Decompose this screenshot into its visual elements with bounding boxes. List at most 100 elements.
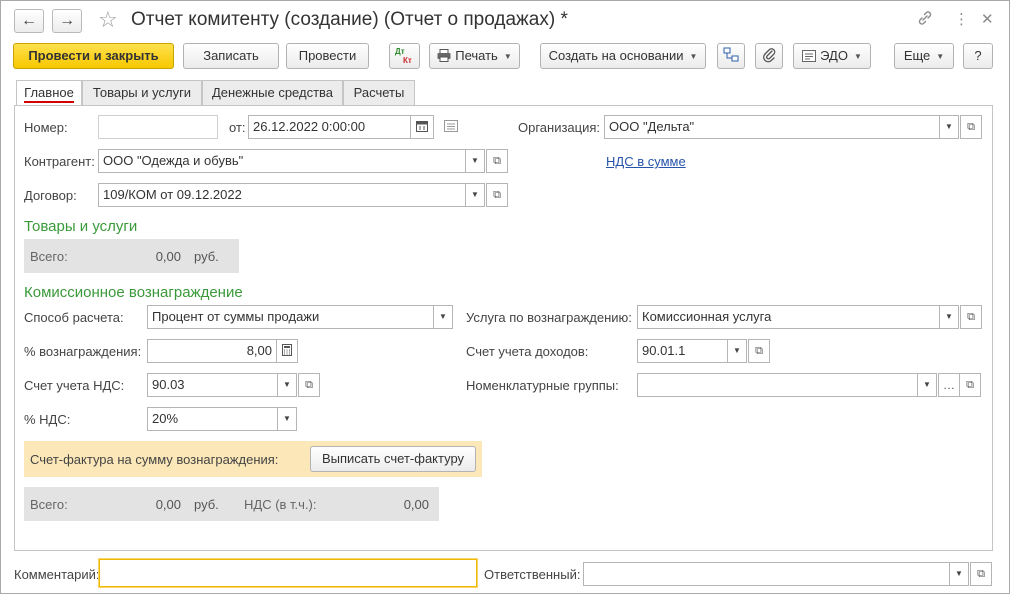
chevron-down-icon: ▼ (853, 52, 862, 61)
chevron-down-icon: ▼ (471, 190, 479, 199)
save-button[interactable]: Записать (183, 43, 279, 69)
service-open-button[interactable]: ⧉ (960, 305, 982, 329)
structure-button[interactable] (717, 43, 745, 69)
print-label: Печать (455, 48, 498, 63)
vat-percent-label: % НДС: (24, 412, 71, 427)
responsible-field[interactable] (583, 562, 951, 586)
calculator-button[interactable] (276, 339, 298, 363)
service-label: Услуга по вознаграждению: (466, 310, 632, 325)
vat-percent-dropdown-button[interactable]: ▼ (277, 407, 297, 431)
vat-percent-field[interactable]: 20% (147, 407, 279, 431)
date-label: от: (229, 120, 246, 135)
contract-label: Договор: (24, 188, 77, 203)
open-icon: ⧉ (493, 189, 501, 201)
income-account-open-button[interactable]: ⧉ (748, 339, 770, 363)
close-icon[interactable]: ✕ (981, 10, 994, 30)
back-button[interactable]: ← (14, 9, 44, 33)
chevron-down-icon: ▼ (733, 346, 741, 355)
contractor-dropdown-button[interactable]: ▼ (465, 149, 485, 173)
nomen-groups-label: Номенклатурные группы: (466, 378, 619, 393)
responsible-open-button[interactable]: ⧉ (970, 562, 992, 586)
income-account-field[interactable]: 90.01.1 (637, 339, 729, 363)
goods-total-value: 0,00 (155, 249, 181, 264)
number-field[interactable] (98, 115, 218, 139)
vat-account-open-button[interactable]: ⧉ (298, 373, 320, 397)
income-account-dropdown-button[interactable]: ▼ (727, 339, 747, 363)
commission-percent-label: % вознаграждения: (24, 344, 142, 359)
contract-open-button[interactable]: ⧉ (486, 183, 508, 207)
commission-total-value: 0,00 (155, 497, 181, 512)
contractor-label: Контрагент: (24, 154, 95, 169)
more-button[interactable]: Еще ▼ (894, 43, 954, 69)
tab-settlements[interactable]: Расчеты (343, 80, 415, 105)
tab-goods-services[interactable]: Товары и услуги (82, 80, 202, 105)
nomen-groups-dropdown-button[interactable]: ▼ (917, 373, 937, 397)
nomen-groups-select-button[interactable]: … (938, 373, 960, 397)
commission-currency: руб. (194, 497, 219, 512)
responsible-dropdown-button[interactable]: ▼ (949, 562, 969, 586)
tab-main[interactable]: Главное (16, 80, 82, 106)
chevron-down-icon: ▼ (689, 52, 698, 61)
open-icon: ⧉ (755, 345, 763, 357)
nomen-groups-field[interactable] (637, 373, 919, 397)
contract-field[interactable]: 109/КОМ от 09.12.2022 (98, 183, 467, 207)
invoice-label: Счет-фактура на сумму вознаграждения: (30, 452, 279, 467)
chevron-down-icon: ▼ (936, 52, 945, 61)
issue-invoice-button[interactable]: Выписать счет-фактуру (310, 446, 476, 472)
more-label: Еще (903, 48, 931, 63)
organization-open-button[interactable]: ⧉ (960, 115, 982, 139)
chevron-down-icon: ▼ (945, 312, 953, 321)
open-icon: ⧉ (966, 379, 974, 391)
vat-account-field[interactable]: 90.03 (147, 373, 279, 397)
favorite-star-icon[interactable]: ☆ (98, 7, 118, 33)
service-dropdown-button[interactable]: ▼ (939, 305, 959, 329)
dt-kt-button[interactable]: Дт Кт (389, 43, 420, 69)
number-label: Номер: (24, 120, 68, 135)
nomen-groups-open-button[interactable]: ⧉ (959, 373, 981, 397)
ellipsis-icon: … (943, 378, 955, 392)
vat-in-amount-link[interactable]: НДС в сумме (606, 154, 686, 169)
kt-label: Кт (403, 56, 412, 65)
document-window: ← → ☆ Отчет комитенту (создание) (Отчет … (0, 0, 1010, 594)
chevron-down-icon: ▼ (471, 156, 479, 165)
date-field[interactable]: 26.12.2022 0:00:00 (248, 115, 411, 139)
arrow-right-icon: → (59, 12, 75, 29)
forward-button[interactable]: → (52, 9, 82, 33)
contract-dropdown-button[interactable]: ▼ (465, 183, 485, 207)
comment-field[interactable] (99, 559, 477, 587)
arrow-left-icon: ← (21, 12, 37, 29)
organization-dropdown-button[interactable]: ▼ (939, 115, 959, 139)
edo-button[interactable]: ЭДО ▼ (793, 43, 871, 69)
window-title: Отчет комитенту (создание) (Отчет о прод… (131, 9, 568, 30)
post-button[interactable]: Провести (286, 43, 369, 69)
post-and-close-button[interactable]: Провести и закрыть (13, 43, 174, 69)
memo-icon[interactable] (444, 120, 458, 135)
paperclip-icon (762, 47, 776, 71)
tab-cash[interactable]: Денежные средства (202, 80, 343, 105)
vat-account-dropdown-button[interactable]: ▼ (277, 373, 297, 397)
contractor-open-button[interactable]: ⧉ (486, 149, 508, 173)
open-icon: ⧉ (967, 121, 975, 133)
print-button[interactable]: Печать ▼ (429, 43, 520, 69)
organization-field[interactable]: ООО "Дельта" (604, 115, 941, 139)
calendar-button[interactable] (410, 115, 434, 139)
link-icon[interactable] (917, 10, 933, 32)
more-vertical-icon[interactable]: ⋮ (954, 10, 969, 30)
vat-account-label: Счет учета НДС: (24, 378, 125, 393)
tab-main-label: Главное (24, 85, 74, 103)
responsible-label: Ответственный: (484, 567, 581, 582)
commission-percent-field[interactable]: 8,00 (147, 339, 277, 363)
attachments-button[interactable] (755, 43, 783, 69)
dt-kt-icon: Дт Кт (395, 47, 415, 65)
calculator-icon (282, 342, 292, 364)
calc-method-dropdown-button[interactable]: ▼ (433, 305, 453, 329)
calc-method-label: Способ расчета: (24, 310, 124, 325)
service-field[interactable]: Комиссионная услуга (637, 305, 941, 329)
calc-method-field[interactable]: Процент от суммы продажи (147, 305, 435, 329)
chevron-down-icon: ▼ (283, 414, 291, 423)
create-based-on-button[interactable]: Создать на основании ▼ (540, 43, 706, 69)
chevron-down-icon: ▼ (283, 380, 291, 389)
edo-icon (802, 46, 817, 70)
help-button[interactable]: ? (963, 43, 993, 69)
contractor-field[interactable]: ООО "Одежда и обувь" (98, 149, 467, 173)
